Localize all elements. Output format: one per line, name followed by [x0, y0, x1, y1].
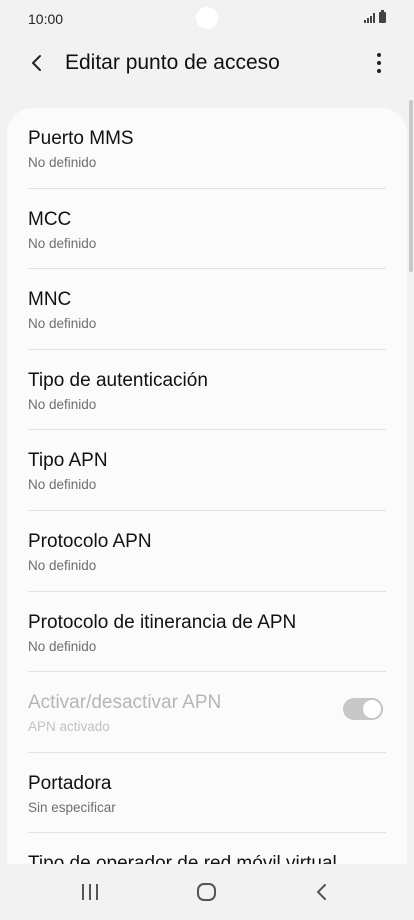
camera-cutout [196, 7, 218, 29]
status-icons [364, 10, 386, 23]
setting-title: Tipo de autenticación [28, 369, 208, 391]
setting-portadora[interactable]: Portadora Sin especificar [28, 753, 386, 834]
setting-title: Tipo de operador de red móvil virtual [28, 853, 337, 864]
setting-protocolo-apn[interactable]: Protocolo APN No definido [28, 511, 386, 592]
battery-icon [379, 10, 386, 23]
setting-mnc[interactable]: MNC No definido [28, 269, 386, 350]
setting-puerto-mms[interactable]: Puerto MMS No definido [28, 108, 386, 189]
setting-activar-apn: Activar/desactivar APN APN activado [28, 672, 386, 753]
setting-protocolo-itinerancia[interactable]: Protocolo de itinerancia de APN No defin… [28, 592, 386, 673]
setting-title: MCC [28, 208, 72, 230]
setting-title: Activar/desactivar APN [28, 692, 222, 714]
more-options-button[interactable] [364, 48, 394, 78]
setting-title: Tipo APN [28, 450, 108, 472]
setting-value: APN activado [28, 719, 110, 735]
setting-title: MNC [28, 289, 72, 311]
home-icon[interactable] [197, 883, 216, 901]
setting-title: Protocolo de itinerancia de APN [28, 611, 297, 633]
setting-value: No definido [28, 155, 97, 170]
setting-tipo-autenticacion[interactable]: Tipo de autenticación No definido [28, 350, 386, 431]
setting-value: No definido [28, 477, 97, 493]
back-button[interactable] [22, 48, 52, 78]
toggle-knob [361, 698, 383, 721]
recents-icon[interactable] [82, 884, 98, 900]
setting-value: No definido [28, 638, 97, 654]
setting-value: Sin especificar [28, 799, 116, 815]
navigation-bar [0, 864, 414, 920]
setting-title: Portadora [28, 772, 112, 794]
page-title: Editar punto de acceso [65, 51, 280, 74]
scrollbar[interactable] [409, 100, 413, 272]
back-icon[interactable] [314, 883, 330, 901]
app-bar: Editar punto de acceso [0, 38, 414, 88]
status-bar: 10:00 [0, 0, 414, 38]
status-time: 10:00 [28, 11, 64, 27]
settings-list: Puerto MMS No definido MCC No definido M… [7, 108, 407, 864]
setting-title: Protocolo APN [28, 530, 152, 552]
setting-value: No definido [28, 557, 97, 573]
setting-title: Puerto MMS [28, 128, 134, 149]
more-vertical-icon [377, 53, 381, 57]
signal-icon [364, 13, 375, 23]
setting-value: No definido [28, 235, 97, 251]
setting-mcc[interactable]: MCC No definido [28, 189, 386, 270]
setting-tipo-operador[interactable]: Tipo de operador de red móvil virtual [28, 833, 386, 864]
chevron-left-icon [32, 55, 41, 71]
setting-tipo-apn[interactable]: Tipo APN No definido [28, 430, 386, 511]
setting-value: No definido [28, 316, 97, 332]
apn-toggle-switch [343, 698, 383, 721]
setting-value: No definido [28, 396, 97, 412]
